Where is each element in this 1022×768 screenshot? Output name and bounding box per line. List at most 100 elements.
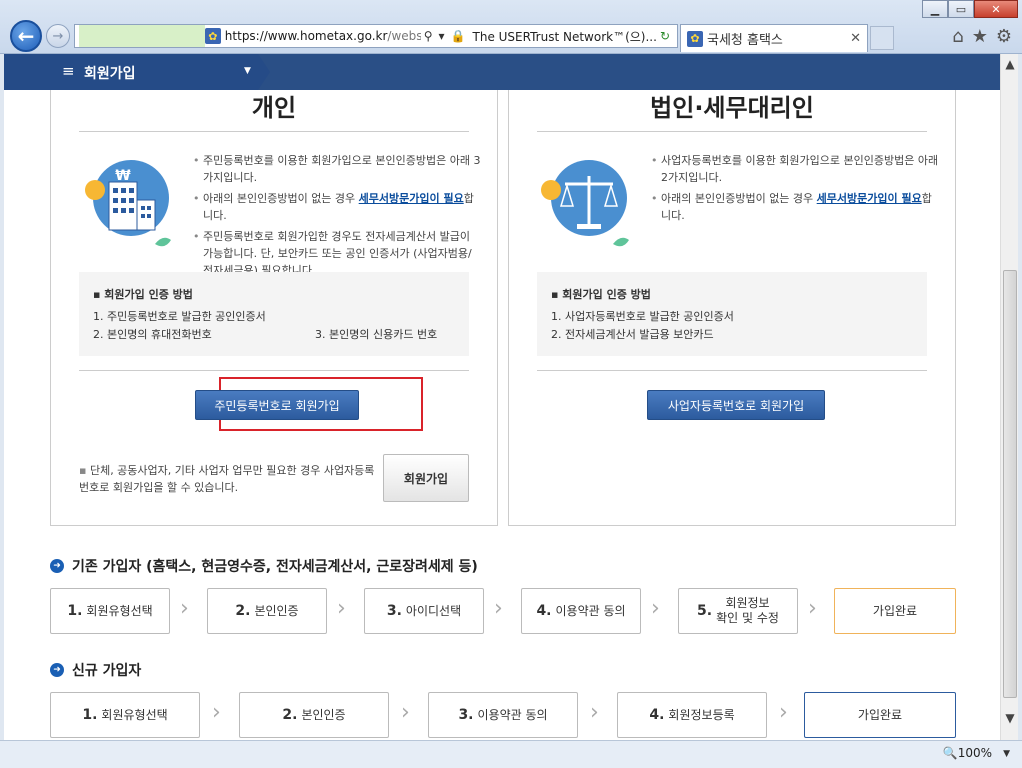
url-host: https://www.hometax.go.kr <box>224 29 388 43</box>
step-num: 2. <box>282 706 298 723</box>
cert-highlight <box>79 25 205 47</box>
existing-step-complete: 가입완료 <box>834 588 956 634</box>
back-button[interactable]: ← <box>10 20 42 52</box>
back-arrow-icon: ← <box>17 24 35 48</box>
existing-step-5: 5. 회원정보 확인 및 수정 <box>678 588 798 634</box>
hamburger-menu-icon: ≡ <box>62 62 75 80</box>
maximize-button[interactable]: ▭ <box>948 0 974 18</box>
bullet-text: 아래의 본인인증방법이 없는 경우 <box>203 192 359 205</box>
search-icon[interactable]: ⚲ <box>424 29 433 43</box>
chevron-right-icon: › <box>651 596 660 621</box>
step-label: 이용약관 동의 <box>477 707 548 722</box>
step-label: 본인인증 <box>301 707 346 722</box>
divider <box>537 370 927 371</box>
scales-illustration-icon <box>541 160 629 247</box>
minimize-button[interactable]: ▁ <box>922 0 948 18</box>
forward-arrow-icon: → <box>52 28 64 44</box>
divider <box>79 370 469 371</box>
step-label: 가입완료 <box>857 707 903 722</box>
home-icon[interactable]: ⌂ <box>952 26 963 47</box>
chevron-right-icon: › <box>808 596 817 621</box>
existing-step-3: 3. 아이디선택 <box>364 588 484 634</box>
chevron-right-icon: › <box>494 596 503 621</box>
individual-panel: 개인 ₩ 주민등록번호를 이용한 회원가입으로 본인인증방법은 아래 3가지입니… <box>50 54 498 526</box>
step-label: 회원유형선택 <box>101 707 168 722</box>
method-item: 3. 본인명의 신용카드 번호 <box>315 328 438 341</box>
new-tab-button[interactable] <box>870 26 894 50</box>
zoom-level[interactable]: 🔍100% <box>943 746 992 760</box>
step-num: 5. <box>697 602 713 619</box>
address-url[interactable]: https://www.hometax.go.kr/websquare/webs… <box>225 29 421 43</box>
zoom-dropdown-icon[interactable]: ▼ <box>1003 749 1010 759</box>
chevron-right-icon: › <box>590 700 599 725</box>
new-step-4: 4. 회원정보등록 <box>617 692 767 738</box>
favorites-star-icon[interactable]: ★ <box>972 26 988 47</box>
panel-title-corporate: 법인·세무대리인 <box>537 88 927 132</box>
step-label: 본인인증 <box>254 603 299 618</box>
settings-gear-icon[interactable]: ⚙ <box>996 26 1012 47</box>
step-label: 아이디선택 <box>405 603 462 618</box>
close-window-button[interactable]: ✕ <box>974 0 1018 18</box>
business-note: ▪ 단체, 공동사업자, 기타 사업자 업무만 필요한 경우 사업자등록번호로 … <box>79 464 375 494</box>
new-step-complete: 가입완료 <box>804 692 956 738</box>
section-title-text: 기존 가입자 (홈택스, 현금영수증, 전자세금계산서, 근로장려세제 등) <box>72 559 478 575</box>
corporate-panel: 법인·세무대리인 사업자등록번호를 이용한 회원가입으로 본인인증방법은 아래 … <box>508 54 956 526</box>
corporate-bullets: 사업자등록번호를 이용한 회원가입으로 본인인증방법은 아래 2가지입니다. 아… <box>649 152 939 228</box>
chevron-right-icon: › <box>779 700 788 725</box>
business-number-signup-button[interactable]: 사업자등록번호로 회원가입 <box>647 390 825 420</box>
browser-tab[interactable]: ✿ 국세청 홈택스 ✕ <box>680 24 868 52</box>
scrollbar-thumb[interactable] <box>1003 270 1017 698</box>
method-title: 회원가입 인증 방법 <box>93 286 455 302</box>
visit-office-link[interactable]: 세무서방문가입이 필요 <box>817 192 922 205</box>
resident-number-signup-button[interactable]: 주민등록번호로 회원가입 <box>195 390 359 420</box>
method-item: 2. 전자세금계산서 발급용 보안카드 <box>551 328 714 341</box>
step-label: 가입완료 <box>872 603 918 618</box>
auth-method-box: 회원가입 인증 방법 1. 사업자등록번호로 발급한 공인인증서 2. 전자세금… <box>537 272 927 356</box>
auth-method-box: 회원가입 인증 방법 1. 주민등록번호로 발급한 공인인증서 2. 본인명의 … <box>79 272 469 356</box>
scroll-up-icon[interactable]: ▲ <box>1001 56 1019 72</box>
section-title-text: 신규 가입자 <box>72 663 142 679</box>
chrome-toolbar-icons: ⌂ ★ ⚙ <box>952 26 1012 47</box>
new-step-3: 3. 이용약관 동의 <box>428 692 578 738</box>
url-path: /websquare/websquare.wq?w2xPath=/ui <box>387 29 421 43</box>
tab-favicon-icon: ✿ <box>687 30 703 47</box>
browser-chrome: ▁ ▭ ✕ ← → ✿ https://www.hometax.go.kr/we… <box>0 0 1022 54</box>
step-num: 3. <box>386 602 402 619</box>
method-item: 1. 주민등록번호로 발급한 공인인증서 <box>93 310 266 323</box>
step-label: 회원유형선택 <box>86 603 153 618</box>
bullet-item: 주민등록번호를 이용한 회원가입으로 본인인증방법은 아래 3가지입니다. <box>191 152 481 186</box>
address-bar[interactable]: ✿ https://www.hometax.go.kr/websquare/we… <box>74 24 678 48</box>
certificate-label[interactable]: The USERTrust Network™(으)... <box>473 28 657 45</box>
building-illustration-icon: ₩ <box>85 160 171 247</box>
step-label: 회원정보 확인 및 수정 <box>716 596 779 625</box>
bullet-item: 사업자등록번호를 이용한 회원가입으로 본인인증방법은 아래 2가지입니다. <box>649 152 939 186</box>
new-members-title: ➜ 신규 가입자 <box>50 660 141 680</box>
tab-close-icon[interactable]: ✕ <box>850 31 861 46</box>
site-top-bar: ≡ 회원가입 ▼ <box>4 54 1000 90</box>
bullet-item: 아래의 본인인증방법이 없는 경우 세무서방문가입이 필요합니다. <box>649 190 939 224</box>
panel-title-individual: 개인 <box>79 88 469 132</box>
visit-office-link[interactable]: 세무서방문가입이 필요 <box>359 192 464 205</box>
dropdown-icon[interactable]: ▾ <box>439 29 445 43</box>
refresh-icon[interactable]: ↻ <box>660 29 670 43</box>
method-item: 1. 사업자등록번호로 발급한 공인인증서 <box>551 310 734 323</box>
existing-step-4: 4. 이용약관 동의 <box>521 588 641 634</box>
existing-members-title: ➜ 기존 가입자 (홈택스, 현금영수증, 전자세금계산서, 근로장려세제 등) <box>50 556 478 576</box>
signup-button[interactable]: 회원가입 <box>383 454 469 502</box>
scroll-down-icon[interactable]: ▼ <box>1001 710 1019 726</box>
menu-dropdown[interactable]: ≡ 회원가입 ▼ <box>4 54 270 90</box>
arrow-circle-icon: ➜ <box>50 663 64 677</box>
vertical-scrollbar[interactable]: ▲ ▼ <box>1000 54 1018 740</box>
method-item: 2. 본인명의 휴대전화번호 <box>93 328 212 341</box>
chevron-right-icon: › <box>401 700 410 725</box>
forward-button[interactable]: → <box>46 24 70 48</box>
arrow-circle-icon: ➜ <box>50 559 64 573</box>
step-label: 회원정보등록 <box>668 707 735 722</box>
method-title: 회원가입 인증 방법 <box>551 286 913 302</box>
bullet-text: 아래의 본인인증방법이 없는 경우 <box>661 192 817 205</box>
step-num: 3. <box>458 706 474 723</box>
tab-title: 국세청 홈택스 <box>707 33 783 48</box>
window-controls: ▁ ▭ ✕ <box>922 0 1018 18</box>
lock-icon[interactable]: 🔒 <box>451 29 466 43</box>
step-num: 1. <box>82 706 98 723</box>
